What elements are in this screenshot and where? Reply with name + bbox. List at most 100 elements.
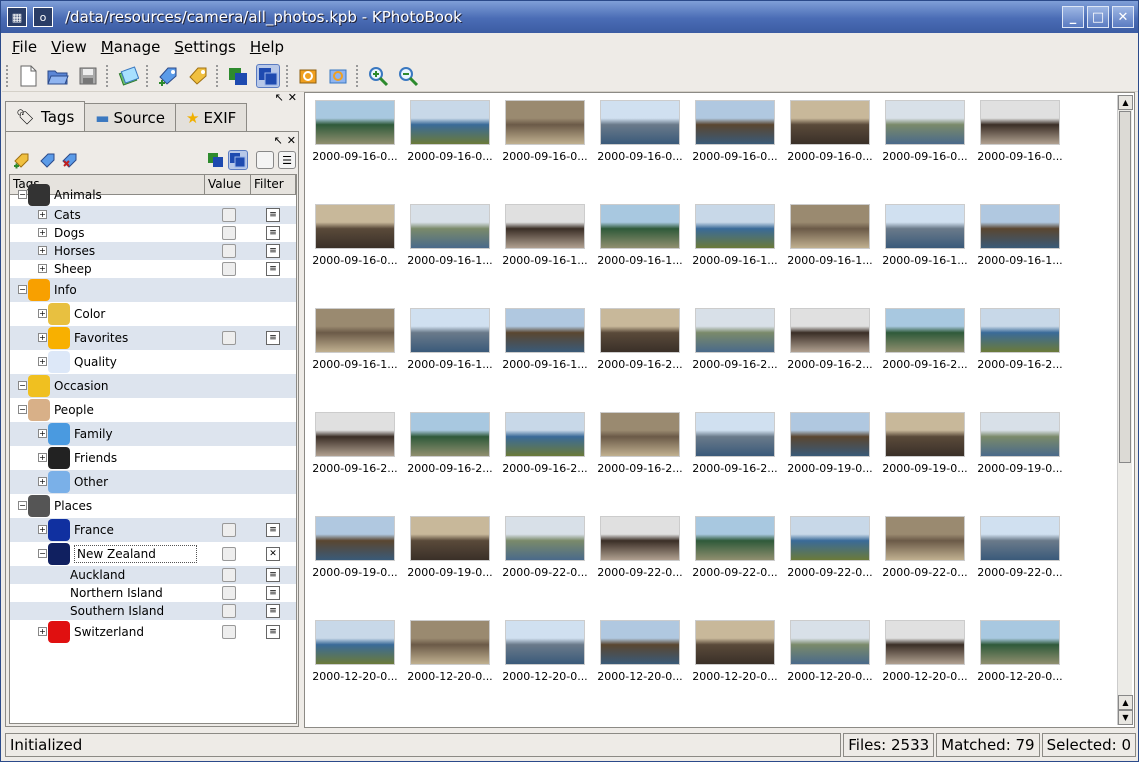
value-checkbox[interactable] bbox=[222, 604, 236, 618]
new-icon[interactable] bbox=[16, 64, 40, 88]
photo-thumbnail[interactable]: 2000-09-16-1... bbox=[499, 201, 591, 297]
photo-thumbnail[interactable]: 2000-09-16-2... bbox=[689, 409, 781, 505]
photo-thumbnail[interactable]: 2000-09-16-1... bbox=[309, 305, 401, 401]
photo-thumbnail[interactable]: 2000-09-16-2... bbox=[784, 305, 876, 401]
tree-row[interactable]: + Sheep ≡ bbox=[10, 260, 296, 278]
undock-icon[interactable]: ↖ bbox=[275, 91, 284, 104]
tree-row[interactable]: + Switzerland ≡ bbox=[10, 620, 296, 644]
photo-thumbnail[interactable]: 2000-09-16-2... bbox=[689, 305, 781, 401]
filter-icon[interactable]: ≡ bbox=[266, 523, 280, 537]
photo-thumbnail[interactable]: 2000-09-16-2... bbox=[974, 305, 1066, 401]
close-button[interactable]: ✕ bbox=[1112, 6, 1134, 28]
scroll-up-icon[interactable]: ▲ bbox=[1118, 95, 1133, 110]
photo-thumbnail[interactable]: 2000-09-16-1... bbox=[689, 201, 781, 297]
menu-view[interactable]: View bbox=[51, 38, 87, 56]
value-checkbox[interactable] bbox=[222, 523, 236, 537]
value-checkbox[interactable] bbox=[222, 244, 236, 258]
value-checkbox[interactable] bbox=[222, 331, 236, 345]
photo-thumbnail[interactable]: 2000-09-22-0... bbox=[594, 513, 686, 609]
photo-thumbnail[interactable]: 2000-09-22-0... bbox=[974, 513, 1066, 609]
tree-row[interactable]: − Animals bbox=[10, 184, 296, 206]
tree-row[interactable]: + Cats ≡ bbox=[10, 206, 296, 224]
maximize-button[interactable]: □ bbox=[1087, 6, 1109, 28]
photo-thumbnail[interactable]: 2000-09-16-0... bbox=[594, 97, 686, 193]
photo-thumbnail[interactable]: 2000-09-19-0... bbox=[974, 409, 1066, 505]
toolbar-handle[interactable] bbox=[6, 64, 10, 87]
dock-close-icon[interactable]: ✕ bbox=[288, 91, 297, 104]
filter-active-icon[interactable]: ✕ bbox=[266, 547, 280, 561]
photo-thumbnail[interactable]: 2000-09-16-1... bbox=[784, 201, 876, 297]
photo-thumbnail[interactable]: 2000-12-20-0... bbox=[689, 617, 781, 713]
photo-thumbnail[interactable]: 2000-09-16-0... bbox=[404, 97, 496, 193]
tree-row[interactable]: + Horses ≡ bbox=[10, 242, 296, 260]
photo-thumbnail[interactable]: 2000-09-16-2... bbox=[404, 409, 496, 505]
tab-exif[interactable]: ★ EXIF bbox=[174, 103, 248, 131]
zoom-out-icon[interactable] bbox=[396, 64, 420, 88]
tree-row[interactable]: − New Zealand ✕ bbox=[10, 542, 296, 566]
expander-icon[interactable]: + bbox=[38, 210, 47, 219]
filter-icon[interactable]: ≡ bbox=[266, 208, 280, 222]
minimize-button[interactable]: _ bbox=[1062, 6, 1084, 28]
photo-thumbnail[interactable]: 2000-09-16-2... bbox=[879, 305, 971, 401]
photo-thumbnail[interactable]: 2000-09-16-1... bbox=[594, 201, 686, 297]
tree-row[interactable]: +Northern Island≡ bbox=[10, 584, 296, 602]
tree-row[interactable]: − People bbox=[10, 398, 296, 422]
edit-tag-icon[interactable] bbox=[186, 64, 210, 88]
value-checkbox[interactable] bbox=[222, 586, 236, 600]
photo-thumbnail[interactable]: 2000-09-16-1... bbox=[974, 201, 1066, 297]
expander-icon[interactable]: − bbox=[18, 405, 27, 414]
tree-row[interactable]: + Dogs ≡ bbox=[10, 224, 296, 242]
expander-icon[interactable]: + bbox=[38, 477, 47, 486]
rotate-left-icon[interactable] bbox=[296, 64, 320, 88]
pane-close-icon[interactable]: ✕ bbox=[287, 134, 296, 147]
expander-icon[interactable]: + bbox=[38, 525, 47, 534]
tree-row[interactable]: + Other bbox=[10, 470, 296, 494]
tree-row[interactable]: + Family bbox=[10, 422, 296, 446]
filter-icon[interactable]: ≡ bbox=[266, 244, 280, 258]
photo-thumbnail[interactable]: 2000-09-16-0... bbox=[499, 97, 591, 193]
expander-icon[interactable]: + bbox=[38, 309, 47, 318]
tree-row[interactable]: + Favorites ≡ bbox=[10, 326, 296, 350]
value-checkbox[interactable] bbox=[222, 226, 236, 240]
filter-icon[interactable]: ≡ bbox=[266, 586, 280, 600]
expander-icon[interactable]: + bbox=[38, 627, 47, 636]
photo-thumbnail[interactable]: 2000-12-20-0... bbox=[309, 617, 401, 713]
or-filter-icon[interactable] bbox=[256, 63, 280, 88]
delete-tag-icon[interactable] bbox=[58, 148, 82, 172]
title-bar[interactable]: ▦ o /data/resources/camera/all_photos.kp… bbox=[1, 1, 1138, 33]
tab-source[interactable]: ▬ Source bbox=[84, 103, 176, 131]
menu-file[interactable]: File bbox=[12, 38, 37, 56]
thumbnail-grid[interactable]: 2000-09-16-0... 2000-09-16-0... 2000-09-16… bbox=[307, 95, 1115, 725]
tree-row[interactable]: − Info bbox=[10, 278, 296, 302]
photo-thumbnail[interactable]: 2000-12-20-0... bbox=[404, 617, 496, 713]
value-checkbox[interactable] bbox=[222, 208, 236, 222]
tree-row[interactable]: + Friends bbox=[10, 446, 296, 470]
filter-icon[interactable]: ≡ bbox=[266, 625, 280, 639]
save-icon[interactable] bbox=[76, 64, 100, 88]
photo-thumbnail[interactable]: 2000-09-16-1... bbox=[404, 201, 496, 297]
value-checkbox[interactable] bbox=[222, 568, 236, 582]
expand-all-icon[interactable] bbox=[256, 151, 274, 169]
expander-icon[interactable]: + bbox=[38, 357, 47, 366]
zoom-in-icon[interactable] bbox=[366, 64, 390, 88]
photo-thumbnail[interactable]: 2000-09-16-2... bbox=[499, 409, 591, 505]
photo-thumbnail[interactable]: 2000-09-16-0... bbox=[974, 97, 1066, 193]
photo-thumbnail[interactable]: 2000-09-16-1... bbox=[499, 305, 591, 401]
photo-thumbnail[interactable]: 2000-09-16-0... bbox=[784, 97, 876, 193]
add-tag-icon[interactable] bbox=[10, 148, 34, 172]
scroll-thumb[interactable] bbox=[1119, 111, 1131, 463]
edit-tag-icon[interactable] bbox=[36, 148, 60, 172]
photo-thumbnail[interactable]: 2000-09-22-0... bbox=[879, 513, 971, 609]
photo-thumbnail[interactable]: 2000-12-20-0... bbox=[594, 617, 686, 713]
expander-icon[interactable]: + bbox=[38, 453, 47, 462]
filter-icon[interactable]: ≡ bbox=[266, 568, 280, 582]
photo-thumbnail[interactable]: 2000-12-20-0... bbox=[499, 617, 591, 713]
value-checkbox[interactable] bbox=[222, 547, 236, 561]
tree-row[interactable]: + Quality bbox=[10, 350, 296, 374]
photo-thumbnail[interactable]: 2000-09-16-1... bbox=[404, 305, 496, 401]
filter-icon[interactable]: ≡ bbox=[266, 331, 280, 345]
filter-icon[interactable]: ≡ bbox=[266, 604, 280, 618]
tag-tree[interactable]: Tags Value Filter − Animals + Cats ≡ + Dogs ≡ + H… bbox=[9, 174, 297, 724]
photo-thumbnail[interactable]: 2000-12-20-0... bbox=[784, 617, 876, 713]
photo-thumbnail[interactable]: 2000-09-19-0... bbox=[404, 513, 496, 609]
